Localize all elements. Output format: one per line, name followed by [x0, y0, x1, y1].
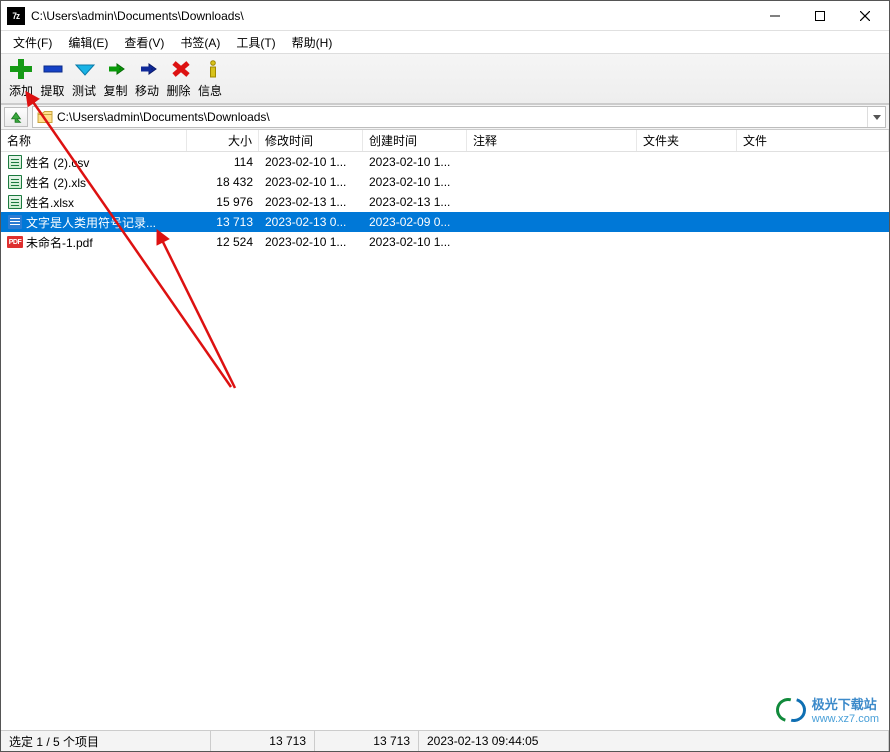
file-name: 姓名 (2).xls: [26, 174, 86, 191]
table-row[interactable]: 文字是人类用符号记录... 13 7132023-02-13 0...2023-0…: [1, 212, 889, 232]
status-datetime: 2023-02-13 09:44:05: [419, 731, 889, 751]
minimize-button[interactable]: [752, 1, 797, 30]
menu-edit[interactable]: 编辑(E): [60, 32, 116, 53]
app-icon: [7, 7, 25, 25]
col-modified[interactable]: 修改时间: [259, 130, 363, 151]
title-bar: C:\Users\admin\Documents\Downloads\: [1, 1, 889, 31]
status-size-2: 13 713: [315, 731, 419, 751]
cell-modified: 2023-02-10 1...: [259, 175, 363, 189]
cell-size: 15 976: [187, 195, 259, 209]
close-button[interactable]: [842, 1, 887, 30]
maximize-button[interactable]: [797, 1, 842, 30]
table-row[interactable]: 姓名.xlsx15 9762023-02-13 1...2023-02-13 1…: [1, 192, 889, 212]
delete-button[interactable]: [167, 58, 195, 80]
table-row[interactable]: 姓名 (2).xls18 4322023-02-10 1...2023-02-1…: [1, 172, 889, 192]
cell-name: 姓名 (2).csv: [1, 154, 187, 171]
file-name: 姓名 (2).csv: [26, 154, 89, 171]
cell-created: 2023-02-13 1...: [363, 195, 467, 209]
path-bar: C:\Users\admin\Documents\Downloads\: [1, 104, 889, 130]
cell-name: 姓名.xlsx: [1, 194, 187, 211]
watermark-icon: [776, 695, 806, 725]
col-comment[interactable]: 注释: [467, 130, 637, 151]
cell-modified: 2023-02-13 1...: [259, 195, 363, 209]
status-bar: 选定 1 / 5 个项目 13 713 13 713 2023-02-13 09…: [1, 730, 889, 751]
cell-size: 18 432: [187, 175, 259, 189]
cell-name: 姓名 (2).xls: [1, 174, 187, 191]
toolbar: 添加 提取 测试 复制 移动 删除 信息: [1, 53, 889, 104]
table-row[interactable]: 姓名 (2).csv1142023-02-10 1...2023-02-10 1…: [1, 152, 889, 172]
cell-modified: 2023-02-10 1...: [259, 235, 363, 249]
col-file[interactable]: 文件: [737, 130, 889, 151]
cell-size: 13 713: [187, 215, 259, 229]
file-name: 文字是人类用符号记录...: [26, 214, 156, 231]
col-folder[interactable]: 文件夹: [637, 130, 737, 151]
path-text: C:\Users\admin\Documents\Downloads\: [57, 110, 867, 124]
cell-modified: 2023-02-13 0...: [259, 215, 363, 229]
add-button[interactable]: [7, 58, 35, 80]
test-label: 测试: [70, 82, 98, 99]
nav-up-button[interactable]: [4, 107, 28, 127]
watermark: 极光下载站 www.xz7.com: [776, 694, 879, 725]
col-size[interactable]: 大小: [187, 130, 259, 151]
menu-bookmarks[interactable]: 书签(A): [172, 32, 228, 53]
info-label: 信息: [196, 82, 224, 99]
test-button[interactable]: [71, 58, 99, 80]
csv-icon: [7, 154, 23, 170]
file-name: 未命名-1.pdf: [26, 234, 93, 251]
watermark-line2: www.xz7.com: [812, 713, 879, 725]
extract-button[interactable]: [39, 58, 67, 80]
file-list[interactable]: 姓名 (2).csv1142023-02-10 1...2023-02-10 1…: [1, 152, 889, 731]
table-row[interactable]: 未命名-1.pdf12 5242023-02-10 1...2023-02-10…: [1, 232, 889, 252]
folder-icon: [37, 110, 53, 124]
cell-size: 114: [187, 155, 259, 169]
file-name: 姓名.xlsx: [26, 194, 74, 211]
status-selection: 选定 1 / 5 个项目: [1, 731, 211, 751]
path-dropdown-icon[interactable]: [867, 107, 885, 127]
cell-created: 2023-02-09 0...: [363, 215, 467, 229]
xls-icon: [7, 174, 23, 190]
add-label: 添加: [7, 82, 35, 99]
menu-help[interactable]: 帮助(H): [284, 32, 341, 53]
menu-view[interactable]: 查看(V): [116, 32, 172, 53]
doc-icon: [7, 214, 23, 230]
col-name[interactable]: 名称: [1, 130, 187, 151]
copy-label: 复制: [102, 82, 130, 99]
status-size-1: 13 713: [211, 731, 315, 751]
cell-created: 2023-02-10 1...: [363, 155, 467, 169]
cell-size: 12 524: [187, 235, 259, 249]
move-label: 移动: [133, 82, 161, 99]
extract-label: 提取: [39, 82, 67, 99]
cell-name: 未命名-1.pdf: [1, 234, 187, 251]
pdf-icon: [7, 234, 23, 250]
menu-tools[interactable]: 工具(T): [228, 32, 283, 53]
column-headers: 名称 大小 修改时间 创建时间 注释 文件夹 文件: [1, 130, 889, 152]
xlsx-icon: [7, 194, 23, 210]
col-created[interactable]: 创建时间: [363, 130, 467, 151]
move-button[interactable]: [135, 58, 163, 80]
watermark-line1: 极光下载站: [812, 694, 879, 713]
delete-label: 删除: [165, 82, 193, 99]
copy-button[interactable]: [103, 58, 131, 80]
menu-file[interactable]: 文件(F): [5, 32, 60, 53]
info-button[interactable]: [199, 58, 227, 80]
cell-created: 2023-02-10 1...: [363, 175, 467, 189]
cell-modified: 2023-02-10 1...: [259, 155, 363, 169]
cell-name: 文字是人类用符号记录...: [1, 214, 187, 231]
window-title: C:\Users\admin\Documents\Downloads\: [31, 9, 752, 23]
menu-bar: 文件(F) 编辑(E) 查看(V) 书签(A) 工具(T) 帮助(H): [1, 31, 889, 53]
cell-created: 2023-02-10 1...: [363, 235, 467, 249]
path-input[interactable]: C:\Users\admin\Documents\Downloads\: [32, 106, 886, 128]
